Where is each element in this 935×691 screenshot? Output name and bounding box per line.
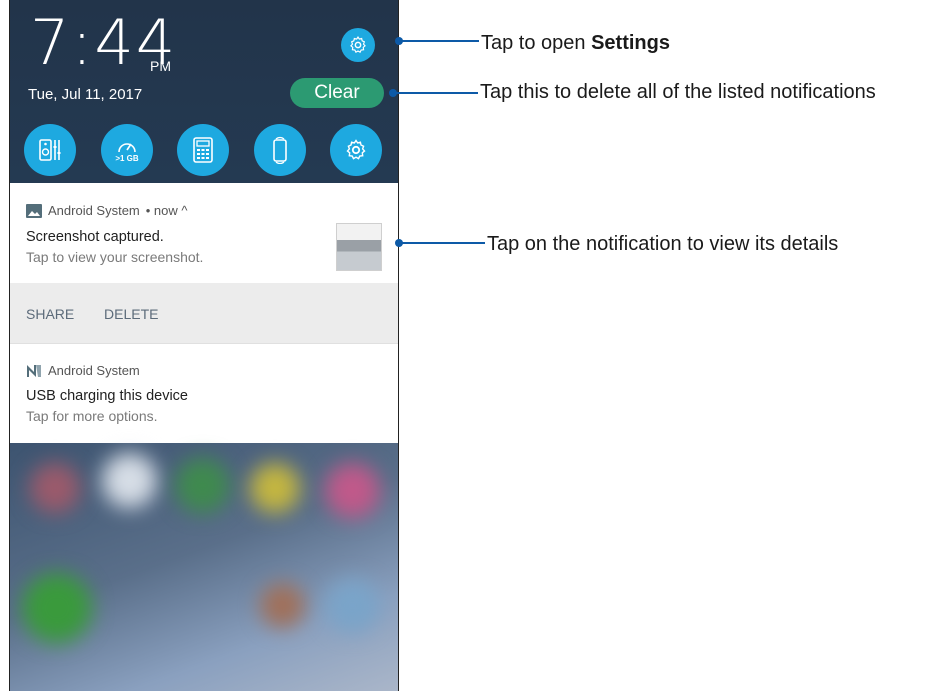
gear-icon: [346, 139, 366, 160]
quick-setting-auto-rotate[interactable]: [254, 124, 306, 176]
rotate-phone-icon: [273, 136, 287, 164]
notification-app-name: Android System: [48, 363, 140, 378]
notification-app-line: Android System • now ^: [26, 203, 188, 218]
callout-clear: Tap this to delete all of the listed not…: [480, 81, 876, 103]
clock-ampm: PM: [150, 58, 171, 74]
callout-line-settings: [401, 40, 479, 42]
quick-setting-calculator[interactable]: [177, 124, 229, 176]
quick-setting-audio[interactable]: [24, 124, 76, 176]
quick-setting-settings[interactable]: [330, 124, 382, 176]
callout-settings: Tap to open Settings: [481, 32, 670, 54]
callout-notification: Tap on the notification to view its deta…: [487, 233, 839, 255]
callout-line-clear: [395, 92, 478, 94]
speedometer-icon: [118, 142, 136, 152]
screenshot-thumbnail: [336, 223, 382, 271]
notification-text: Tap to view your screenshot.: [26, 249, 204, 265]
speaker-equalizer-icon: [39, 139, 61, 161]
android-n-icon: [27, 364, 41, 377]
clear-all-button[interactable]: Clear: [290, 78, 384, 108]
notification-text: Tap for more options.: [26, 408, 158, 424]
gear-icon: [350, 36, 366, 53]
notification-title: USB charging this device: [26, 388, 188, 404]
notification-meta: • now ^: [145, 203, 188, 218]
notification-app-line: Android System: [26, 363, 140, 378]
share-button[interactable]: SHARE: [26, 306, 74, 322]
image-icon: [26, 203, 42, 218]
date: Tue, Jul 11, 2017: [28, 86, 143, 103]
phone-screen: 7:44 PM Tue, Jul 11, 2017 Clear >1 GB An…: [9, 0, 399, 691]
callout-line-notification: [401, 242, 485, 244]
memory-boost-label: >1 GB: [115, 153, 139, 163]
delete-button[interactable]: DELETE: [104, 306, 158, 322]
notification-app-name: Android System: [48, 203, 140, 218]
quick-setting-memory-boost[interactable]: >1 GB: [96, 119, 158, 181]
notification-title: Screenshot captured.: [26, 229, 164, 245]
calculator-icon: [193, 137, 213, 163]
settings-button[interactable]: [341, 28, 375, 62]
blurred-home-screen: [10, 443, 398, 691]
